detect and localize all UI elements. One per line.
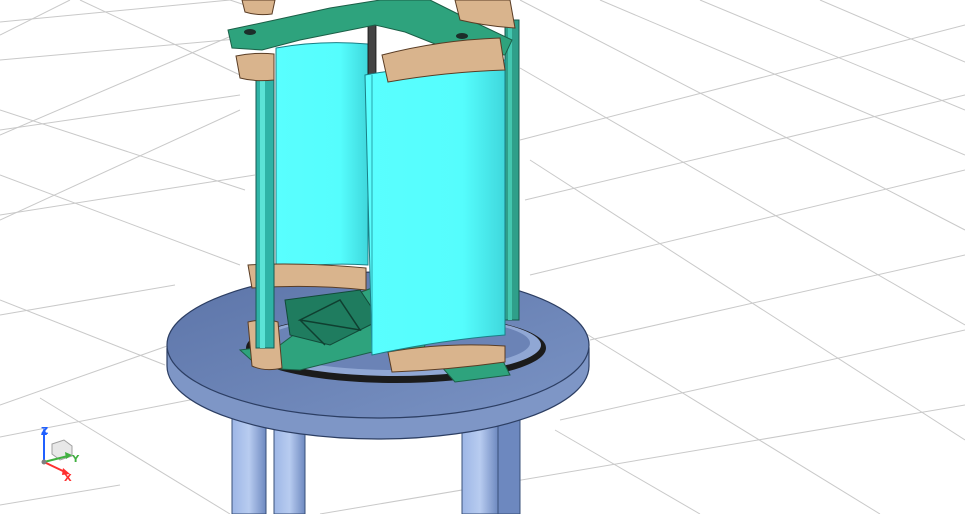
axis-triad-icon: Z Y X: [41, 426, 80, 484]
support-rod-left[interactable]: [255, 79, 275, 349]
x-axis-label: X: [64, 473, 72, 484]
z-axis-label: Z: [41, 426, 48, 437]
y-axis-label: Y: [71, 454, 80, 465]
rear-support-post[interactable]: [504, 19, 520, 321]
view-triad[interactable]: Z Y X: [32, 422, 92, 484]
rotor-blade-right[interactable]: [364, 59, 506, 356]
3d-viewport[interactable]: Z Y X: [0, 0, 965, 514]
center-shaft[interactable]: [367, 24, 377, 76]
x-axis: [43, 461, 66, 473]
cad-scene[interactable]: [0, 0, 965, 514]
rotor-blade-left[interactable]: [275, 42, 369, 271]
